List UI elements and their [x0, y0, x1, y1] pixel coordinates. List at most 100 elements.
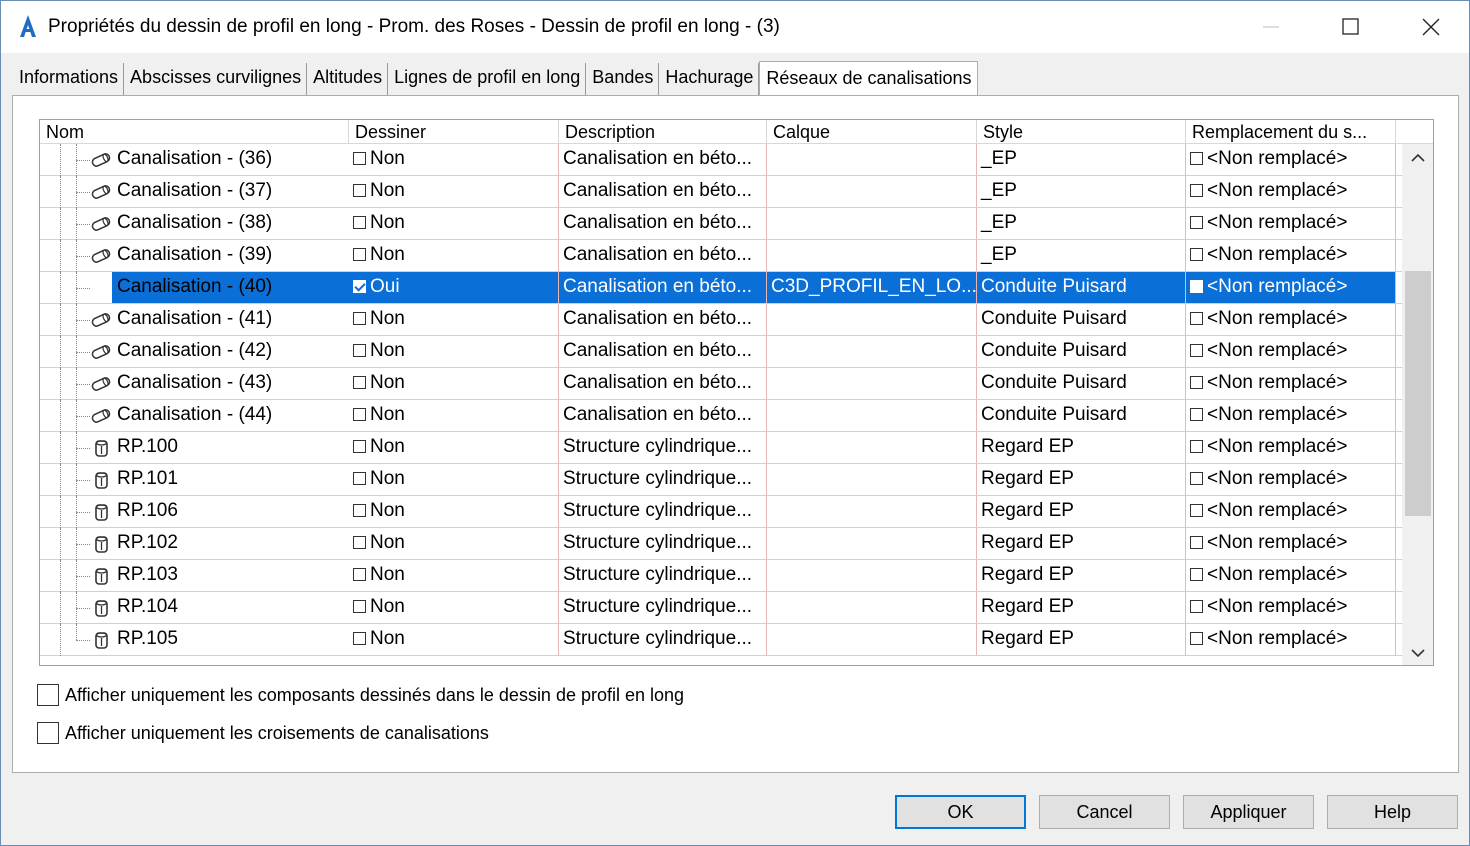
cell-description[interactable]: Structure cylindrique...: [559, 464, 767, 495]
cell-description[interactable]: Structure cylindrique...: [559, 496, 767, 527]
table-row[interactable]: RP.104 Non Structure cylindrique... Regard …: [40, 592, 1402, 624]
cell-dessiner[interactable]: Non: [349, 144, 559, 175]
draw-checkbox[interactable]: [353, 280, 366, 293]
cell-nom[interactable]: Canalisation - (41): [112, 304, 349, 335]
cell-calque[interactable]: [767, 592, 977, 623]
override-checkbox[interactable]: [1190, 504, 1203, 517]
cell-nom[interactable]: Canalisation - (42): [112, 336, 349, 367]
cell-description[interactable]: Structure cylindrique...: [559, 432, 767, 463]
draw-checkbox[interactable]: [353, 472, 366, 485]
cell-style[interactable]: Regard EP: [977, 432, 1186, 463]
cell-nom[interactable]: Canalisation - (44): [112, 400, 349, 431]
cell-nom[interactable]: RP.100: [112, 432, 349, 463]
cell-remplacement[interactable]: <Non remplacé>: [1186, 496, 1396, 527]
cell-description[interactable]: Canalisation en béto...: [559, 400, 767, 431]
cell-dessiner[interactable]: Non: [349, 304, 559, 335]
cell-style[interactable]: _EP: [977, 144, 1186, 175]
cell-remplacement[interactable]: <Non remplacé>: [1186, 368, 1396, 399]
table-row[interactable]: Canalisation - (43) Non Canalisation en bé…: [40, 368, 1402, 400]
cell-description[interactable]: Canalisation en béto...: [559, 336, 767, 367]
cell-description[interactable]: Canalisation en béto...: [559, 304, 767, 335]
tab-lignes-de-profil[interactable]: Lignes de profil en long: [388, 63, 587, 95]
table-row[interactable]: RP.101 Non Structure cylindrique... Regard …: [40, 464, 1402, 496]
minimize-button[interactable]: [1231, 1, 1311, 53]
draw-checkbox[interactable]: [353, 408, 366, 421]
tab-abscisses-curvilignes[interactable]: Abscisses curvilignes: [124, 63, 308, 95]
cell-description[interactable]: Canalisation en béto...: [559, 368, 767, 399]
cell-remplacement[interactable]: <Non remplacé>: [1186, 624, 1396, 655]
cell-dessiner[interactable]: Non: [349, 208, 559, 239]
draw-checkbox[interactable]: [353, 504, 366, 517]
table-row[interactable]: Canalisation - (38) Non Canalisation en bé…: [40, 208, 1402, 240]
column-header-style[interactable]: Style: [977, 120, 1186, 144]
cell-calque[interactable]: [767, 336, 977, 367]
cell-nom[interactable]: Canalisation - (40): [112, 272, 349, 303]
cell-nom[interactable]: RP.104: [112, 592, 349, 623]
table-row[interactable]: Canalisation - (39) Non Canalisation en bé…: [40, 240, 1402, 272]
table-row[interactable]: Canalisation - (36) Non Canalisation en bé…: [40, 144, 1402, 176]
cell-dessiner[interactable]: Non: [349, 560, 559, 591]
draw-checkbox[interactable]: [353, 440, 366, 453]
cell-dessiner[interactable]: Non: [349, 496, 559, 527]
cell-calque[interactable]: [767, 240, 977, 271]
cell-remplacement[interactable]: <Non remplacé>: [1186, 560, 1396, 591]
draw-checkbox[interactable]: [353, 632, 366, 645]
ok-button[interactable]: OK: [895, 795, 1026, 829]
cell-description[interactable]: Canalisation en béto...: [559, 272, 767, 303]
cell-remplacement[interactable]: <Non remplacé>: [1186, 400, 1396, 431]
cell-remplacement[interactable]: <Non remplacé>: [1186, 176, 1396, 207]
cell-remplacement[interactable]: <Non remplacé>: [1186, 272, 1396, 303]
cell-style[interactable]: Regard EP: [977, 528, 1186, 559]
checkbox-show-crossings-only[interactable]: [37, 722, 59, 744]
cell-style[interactable]: Conduite Puisard: [977, 368, 1186, 399]
scroll-down-button[interactable]: [1402, 640, 1433, 665]
cancel-button[interactable]: Cancel: [1039, 795, 1170, 829]
override-checkbox[interactable]: [1190, 408, 1203, 421]
override-checkbox[interactable]: [1190, 216, 1203, 229]
override-checkbox[interactable]: [1190, 472, 1203, 485]
table-row[interactable]: Canalisation - (42) Non Canalisation en bé…: [40, 336, 1402, 368]
vertical-scrollbar[interactable]: [1402, 144, 1433, 665]
cell-description[interactable]: Canalisation en béto...: [559, 176, 767, 207]
cell-calque[interactable]: [767, 528, 977, 559]
tab-reseaux-de-canalisations[interactable]: Réseaux de canalisations: [759, 61, 978, 95]
cell-calque[interactable]: [767, 432, 977, 463]
cell-style[interactable]: Regard EP: [977, 624, 1186, 655]
table-row[interactable]: Canalisation - (44) Non Canalisation en bé…: [40, 400, 1402, 432]
cell-dessiner[interactable]: Non: [349, 368, 559, 399]
column-header-remplacement[interactable]: Remplacement du s...: [1186, 120, 1396, 144]
cell-description[interactable]: Structure cylindrique...: [559, 528, 767, 559]
cell-calque[interactable]: [767, 304, 977, 335]
checkbox-show-drawn-only[interactable]: [37, 684, 59, 706]
column-header-description[interactable]: Description: [559, 120, 767, 144]
override-checkbox[interactable]: [1190, 568, 1203, 581]
cell-calque[interactable]: C3D_PROFIL_EN_LO...: [767, 272, 977, 303]
cell-style[interactable]: Conduite Puisard: [977, 272, 1186, 303]
override-checkbox[interactable]: [1190, 184, 1203, 197]
cell-remplacement[interactable]: <Non remplacé>: [1186, 240, 1396, 271]
draw-checkbox[interactable]: [353, 568, 366, 581]
option-show-crossings-only[interactable]: Afficher uniquement les croisements de c…: [37, 722, 489, 744]
table-row[interactable]: Canalisation - (41) Non Canalisation en bé…: [40, 304, 1402, 336]
cell-calque[interactable]: [767, 560, 977, 591]
cell-dessiner[interactable]: Non: [349, 336, 559, 367]
maximize-button[interactable]: [1311, 1, 1391, 53]
cell-description[interactable]: Structure cylindrique...: [559, 560, 767, 591]
override-checkbox[interactable]: [1190, 344, 1203, 357]
table-row[interactable]: Canalisation - (37) Non Canalisation en bé…: [40, 176, 1402, 208]
cell-remplacement[interactable]: <Non remplacé>: [1186, 432, 1396, 463]
tab-informations[interactable]: Informations: [13, 63, 125, 95]
draw-checkbox[interactable]: [353, 600, 366, 613]
tab-hachurage[interactable]: Hachurage: [659, 63, 760, 95]
cell-nom[interactable]: Canalisation - (38): [112, 208, 349, 239]
cell-description[interactable]: Structure cylindrique...: [559, 624, 767, 655]
cell-nom[interactable]: Canalisation - (39): [112, 240, 349, 271]
override-checkbox[interactable]: [1190, 632, 1203, 645]
draw-checkbox[interactable]: [353, 344, 366, 357]
draw-checkbox[interactable]: [353, 152, 366, 165]
cell-remplacement[interactable]: <Non remplacé>: [1186, 336, 1396, 367]
cell-style[interactable]: Regard EP: [977, 560, 1186, 591]
cell-nom[interactable]: Canalisation - (36): [112, 144, 349, 175]
cell-nom[interactable]: Canalisation - (37): [112, 176, 349, 207]
draw-checkbox[interactable]: [353, 216, 366, 229]
